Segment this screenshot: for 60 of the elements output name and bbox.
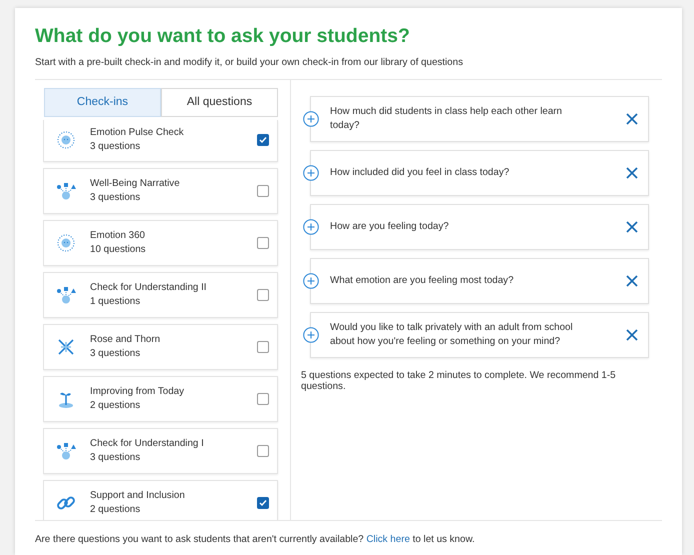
checkbox[interactable]: [257, 340, 269, 353]
checkin-name: Emotion 360: [90, 228, 146, 243]
shapes-icon: [56, 440, 76, 461]
question-count: 3 questions: [90, 346, 142, 361]
question-count: 1 questions: [90, 294, 142, 309]
question-text: What emotion are you feeling most today?: [330, 274, 514, 288]
checkbox[interactable]: [257, 134, 269, 146]
close-icon[interactable]: [626, 220, 638, 233]
checkbox[interactable]: [257, 444, 269, 457]
checkin-name: Support and Inclusion: [90, 488, 185, 503]
question-text: How much did students in class help each other learn today?: [330, 104, 563, 133]
page-title: What do you want to ask your students?: [35, 24, 411, 48]
close-icon[interactable]: [626, 166, 638, 179]
summary-text: 5 questions expected to take 2 minutes to complete. We recommend 1-5 questions.: [301, 370, 617, 392]
question-count: 2 questions: [90, 502, 142, 517]
add-icon[interactable]: [303, 326, 319, 343]
checkin-card[interactable]: Support and Inclusion 2 questions: [43, 480, 278, 520]
checkin-name: Rose and Thorn: [90, 332, 160, 347]
checkin-card[interactable]: Check for Understanding I 3 questions: [43, 428, 278, 474]
checkbox[interactable]: [257, 184, 269, 197]
checkin-card[interactable]: Emotion 360 10 questions: [43, 220, 278, 266]
shapes-icon: [56, 180, 76, 201]
question-text: How included did you feel in class today?: [330, 166, 510, 180]
question-count: 2 questions: [90, 398, 142, 413]
add-icon[interactable]: [303, 164, 319, 181]
question-count: 3 questions: [90, 140, 142, 154]
checkbox[interactable]: [257, 236, 269, 249]
checkin-card[interactable]: Rose and Thorn 3 questions: [43, 324, 278, 370]
checkin-name: Check for Understanding I: [90, 436, 204, 451]
question-text: Would you like to talk privately with an adult from school about how you're feeling or something on your mind?: [330, 320, 574, 349]
checkin-name: Improving from Today: [90, 384, 184, 399]
help-link[interactable]: Click here: [366, 534, 410, 545]
tab[interactable]: Check-ins: [44, 88, 161, 117]
close-icon[interactable]: [626, 112, 638, 125]
checkbox[interactable]: [257, 496, 269, 509]
checkin-card[interactable]: Check for Understanding II 1 questions: [43, 272, 278, 318]
add-icon[interactable]: [303, 272, 319, 289]
checkin-name: Check for Understanding II: [90, 280, 207, 295]
checkin-card[interactable]: Improving from Today 2 questions: [43, 376, 278, 422]
question-count: 10 questions: [90, 242, 146, 257]
add-icon[interactable]: [303, 218, 319, 235]
question-count: 3 questions: [90, 450, 142, 465]
add-icon[interactable]: [303, 110, 319, 127]
close-icon[interactable]: [626, 274, 638, 287]
question-count: 3 questions: [90, 190, 142, 205]
smiley-sun-icon: [56, 130, 76, 150]
shapes-icon: [56, 284, 76, 305]
tab[interactable]: All questions: [161, 88, 278, 117]
checkin-card[interactable]: Emotion Pulse Check 3 questions: [43, 120, 278, 162]
page-subtitle: Start with a pre-built check-in and modify it, or build your own check-in from our library of questions: [35, 56, 464, 70]
checkin-name: Well-Being Narrative: [90, 176, 180, 191]
checkin-name: Emotion Pulse Check: [90, 126, 184, 140]
checkbox[interactable]: [257, 392, 269, 405]
smiley-sun-icon: [56, 232, 76, 253]
checkbox[interactable]: [257, 288, 269, 301]
close-icon[interactable]: [626, 328, 638, 341]
question-text: How are you feeling today?: [330, 220, 449, 234]
checkin-card[interactable]: Well-Being Narrative 3 questions: [43, 168, 278, 214]
crossed-stems-icon: [56, 336, 76, 357]
footer-note: Are there questions you want to ask students that aren't currently available? Click here to let us know.: [35, 532, 476, 547]
